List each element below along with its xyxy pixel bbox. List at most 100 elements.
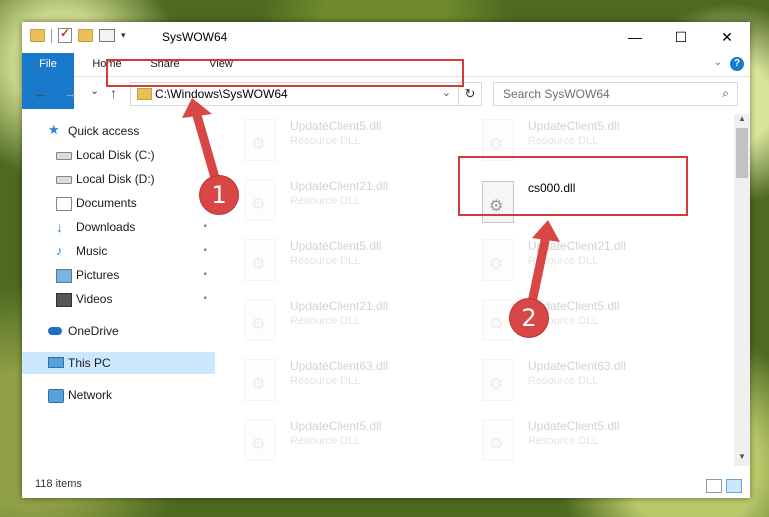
folder-icon	[137, 88, 152, 100]
file-name: UpdateClient63.dll	[290, 359, 389, 373]
file-type: Resource DLL	[290, 195, 361, 207]
sidebar-item-label: Music	[76, 244, 108, 258]
dll-file-icon	[244, 419, 276, 461]
help-icon[interactable]: ?	[730, 57, 744, 71]
address-bar-highlight	[106, 59, 464, 87]
dll-file-icon	[244, 359, 276, 401]
videos-icon	[56, 293, 72, 307]
file-item[interactable]: UpdateClient63.dll Resource DLL	[460, 354, 680, 410]
file-type: Resource DLL	[290, 315, 361, 327]
dll-file-icon	[482, 419, 514, 461]
file-type: Resource DLL	[528, 135, 599, 147]
quick-access-toolbar: ▾	[30, 26, 126, 43]
sidebar-item-label: Videos	[76, 292, 113, 306]
sidebar-item-music[interactable]: ♪ Music ▪	[22, 240, 215, 262]
file-type: Resource DLL	[290, 435, 361, 447]
properties-check-icon[interactable]	[58, 26, 72, 43]
scroll-down-icon[interactable]: ▼	[734, 452, 750, 466]
sidebar-item-label: Local Disk (C:)	[76, 148, 155, 162]
scroll-up-icon[interactable]: ▲	[734, 114, 750, 128]
file-item[interactable]: UpdateClient21.dll Resource DLL	[222, 174, 442, 230]
search-box[interactable]: Search SysWOW64 ⌕	[493, 82, 738, 106]
up-button[interactable]: ↑	[110, 85, 117, 101]
dll-file-icon	[244, 299, 276, 341]
forward-button[interactable]: →	[64, 85, 78, 101]
folder-icon[interactable]	[30, 29, 45, 42]
network-icon	[48, 389, 64, 403]
back-button[interactable]: ←	[34, 85, 48, 101]
sidebar-item-onedrive[interactable]: OneDrive	[22, 320, 215, 342]
item-count: 118 items	[35, 478, 82, 490]
dll-file-icon	[482, 119, 514, 161]
sidebar-item-pictures[interactable]: Pictures ▪	[22, 264, 215, 286]
file-name: UpdateClient5.dll	[528, 419, 620, 433]
expand-ribbon-chevron-icon[interactable]: ⌄	[714, 57, 722, 68]
sidebar-item-label: Local Disk (D:)	[76, 172, 155, 186]
close-button[interactable]: ✕	[704, 22, 750, 52]
drive-icon	[56, 176, 72, 184]
scrollbar-thumb[interactable]	[736, 128, 748, 178]
dll-file-icon	[482, 359, 514, 401]
file-item[interactable]: UpdateClient5.dll Resource DLL	[460, 414, 680, 470]
file-item[interactable]: UpdateClient5.dll Resource DLL	[222, 234, 442, 290]
file-name: UpdateClient21.dll	[290, 179, 389, 193]
file-item[interactable]: UpdateClient5.dll Resource DLL	[460, 294, 680, 350]
file-type: Resource DLL	[290, 135, 361, 147]
file-name: UpdateClient5.dll	[290, 419, 382, 433]
file-name: UpdateClient21.dll	[290, 299, 389, 313]
search-icon[interactable]: ⌕	[722, 86, 729, 101]
file-type: Resource DLL	[290, 375, 361, 387]
address-path[interactable]: C:\Windows\SysWOW64	[155, 87, 288, 101]
title-bar: ▾ SysWOW64 — ☐ ✕	[22, 22, 750, 53]
navigation-pane: ★ Quick access Local Disk (C:) Local Dis…	[22, 114, 215, 466]
star-icon: ★	[48, 122, 60, 137]
file-item[interactable]: UpdateClient21.dll Resource DLL	[460, 234, 680, 290]
sidebar-item-local-disk-c[interactable]: Local Disk (C:)	[22, 144, 215, 166]
pin-icon[interactable]: ▪	[203, 216, 207, 238]
sidebar-item-local-disk-d[interactable]: Local Disk (D:)	[22, 168, 215, 190]
sidebar-item-quick-access[interactable]: ★ Quick access	[22, 120, 215, 142]
sidebar-item-videos[interactable]: Videos ▪	[22, 288, 215, 310]
step-marker-1: 1	[200, 176, 238, 214]
window-title: SysWOW64	[162, 30, 228, 44]
file-type: Resource DLL	[528, 375, 599, 387]
pictures-icon	[56, 269, 72, 283]
sidebar-item-this-pc[interactable]: This PC	[22, 352, 215, 374]
details-view-icon[interactable]	[706, 479, 722, 493]
file-item[interactable]: UpdateClient63.dll Resource DLL	[222, 354, 442, 410]
pin-icon[interactable]: ▪	[203, 240, 207, 262]
new-folder-icon[interactable]	[78, 29, 93, 42]
search-input[interactable]: Search SysWOW64	[503, 87, 610, 101]
drive-icon	[56, 152, 72, 160]
address-dropdown-chevron-icon[interactable]: ⌄	[442, 86, 451, 99]
customize-toolbar-chevron-icon[interactable]: ▾	[121, 30, 126, 41]
file-name: UpdateClient5.dll	[290, 239, 382, 253]
music-icon: ♪	[56, 243, 63, 258]
properties-icon[interactable]	[99, 29, 115, 42]
toolbar-divider	[51, 28, 52, 43]
file-item[interactable]: UpdateClient5.dll Resource DLL	[222, 114, 442, 170]
recent-locations-chevron-icon[interactable]: ⌄	[90, 84, 99, 97]
cs000-file-highlight	[458, 156, 688, 216]
sidebar-item-label: Pictures	[76, 268, 120, 282]
file-item[interactable]: UpdateClient5.dll Resource DLL	[222, 414, 442, 470]
file-name: UpdateClient5.dll	[290, 119, 382, 133]
sidebar-item-label: Downloads	[76, 220, 136, 234]
pin-icon[interactable]: ▪	[203, 264, 207, 286]
pin-icon[interactable]: ▪	[203, 288, 207, 310]
dll-file-icon	[244, 239, 276, 281]
explorer-window: ▾ SysWOW64 — ☐ ✕ File Home Share View ⌄ …	[22, 22, 750, 498]
sidebar-item-network[interactable]: Network	[22, 384, 215, 406]
large-icons-view-icon[interactable]	[726, 479, 742, 493]
vertical-scrollbar[interactable]: ▲ ▼	[734, 114, 750, 466]
status-bar: 118 items	[22, 474, 750, 496]
file-type: Resource DLL	[290, 255, 361, 267]
sidebar-item-downloads[interactable]: ↓ Downloads ▪	[22, 216, 215, 238]
dll-file-icon	[244, 179, 276, 221]
maximize-button[interactable]: ☐	[658, 22, 704, 52]
file-item[interactable]: UpdateClient21.dll Resource DLL	[222, 294, 442, 350]
sidebar-item-documents[interactable]: Documents	[22, 192, 215, 214]
sidebar-item-label: Documents	[76, 196, 137, 210]
minimize-button[interactable]: —	[612, 22, 658, 52]
dll-file-icon	[244, 119, 276, 161]
